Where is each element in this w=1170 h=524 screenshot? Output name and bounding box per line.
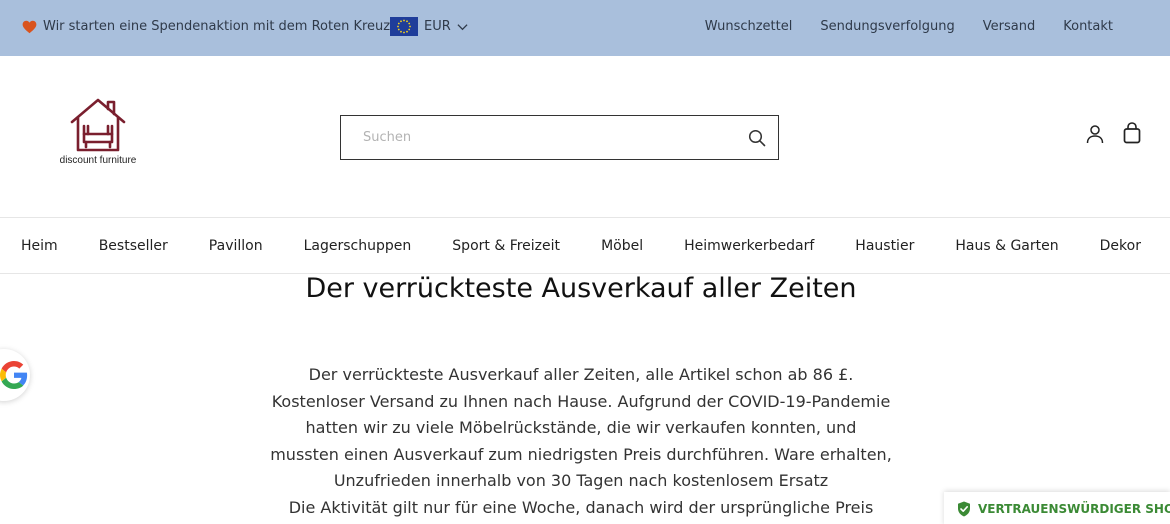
eu-flag-icon [390,17,418,36]
nav-item-heimwerkerbedarf[interactable]: Heimwerkerbedarf [684,238,814,254]
promo-text: Wir starten eine Spendenaktion mit dem R… [43,19,397,34]
page-title: Der verrückteste Ausverkauf aller Zeiten [305,273,857,304]
site-header: discount furniture [0,56,1170,218]
nav-item-pavillon[interactable]: Pavillon [209,238,263,254]
search-bar [340,115,779,160]
search-icon[interactable] [748,129,766,147]
promo-message[interactable]: Wir starten eine Spendenaktion mit dem R… [22,19,397,34]
trusted-shop-label: VERTRAUENSWÜRDIGER SHOP [978,502,1170,516]
sale-description: Der verrückteste Ausverkauf aller Zeiten… [270,362,892,521]
sale-paragraph: Der verrückteste Ausverkauf aller Zeiten… [270,365,892,490]
nav-item-bestseller[interactable]: Bestseller [99,238,168,254]
cart-icon[interactable] [1122,122,1142,144]
google-icon [0,361,28,389]
nav-item-lagerschuppen[interactable]: Lagerschuppen [304,238,412,254]
nav-item-dekor[interactable]: Dekor [1100,238,1141,254]
nav-item-haustier[interactable]: Haustier [855,238,914,254]
nav-item-sport-freizeit[interactable]: Sport & Freizeit [452,238,560,254]
logo-text: discount furniture [59,155,137,166]
nav-item-haus-garten[interactable]: Haus & Garten [955,238,1058,254]
nav-item-moebel[interactable]: Möbel [601,238,643,254]
search-input[interactable] [341,116,731,159]
heart-icon [22,20,37,33]
chevron-down-icon [457,23,468,30]
contact-link[interactable]: Kontakt [1063,19,1113,34]
tracking-link[interactable]: Sendungsverfolgung [820,19,954,34]
main-navigation: Heim Bestseller Pavillon Lagerschuppen S… [0,219,1170,274]
announcement-bar: Wir starten eine Spendenaktion mit dem R… [0,0,1170,56]
nav-item-heim[interactable]: Heim [21,238,58,254]
sale-paragraph-continued: Die Aktivität gilt nur für eine Woche, d… [288,497,874,517]
account-icon[interactable] [1085,124,1105,144]
logo-house-icon [70,98,126,152]
currency-label: EUR [424,19,451,34]
logo[interactable]: discount furniture [55,96,141,166]
google-reviews-badge[interactable] [0,349,30,401]
shipping-link[interactable]: Versand [983,19,1035,34]
shield-check-icon [958,501,970,517]
trusted-shop-badge[interactable]: VERTRAUENSWÜRDIGER SHOP [944,492,1170,524]
wishlist-link[interactable]: Wunschzettel [705,19,793,34]
currency-selector[interactable]: EUR [390,17,468,36]
top-links: Wunschzettel Sendungsverfolgung Versand … [705,19,1113,34]
